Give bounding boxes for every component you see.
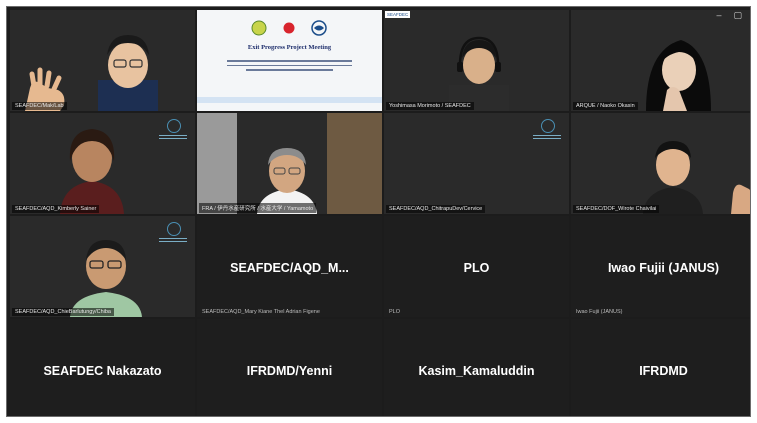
- participant-name: SEAFDEC/AQD_ChitrapuDev/Cervice: [386, 205, 486, 213]
- participant-video: [25, 35, 158, 111]
- participant-video: [60, 129, 124, 214]
- participant-video: [70, 240, 142, 317]
- participant-tile[interactable]: SEAFDEC/AQD_M... SEAFDEC/AQD_Mary Kiane …: [197, 216, 382, 317]
- participant-video: [646, 40, 711, 111]
- participant-tile[interactable]: SEAFDEC/Mak/Lab: [10, 10, 195, 111]
- participant-name: Yoshimasa Morimoto / SEAFDEC: [386, 102, 474, 110]
- meeting-window: – ▢ SEAFDEC/Mak/Lab Exit Progress Projec…: [6, 6, 751, 417]
- participant-tile[interactable]: SEAFDEC/AQD_Kimberly Sainer: [10, 113, 195, 214]
- participant-name: SEAFDEC/DOF_Wirote Chaivilai: [573, 205, 660, 213]
- participant-tile[interactable]: SEAFDEC/AQD_ChitrapuDev/Cervice: [384, 113, 569, 214]
- participant-name: SEAFDEC/AQD_ChieBarlutungy/Chiba: [12, 308, 114, 316]
- participant-name: FRA / 伊丹水産研究所 / 水産大学 / Yamamoto: [199, 203, 317, 213]
- participant-display-name: Iwao Fujii (JANUS): [607, 261, 720, 276]
- participant-display-name: PLO: [463, 261, 490, 276]
- shared-slide-tile[interactable]: Exit Progress Project Meeting: [197, 10, 382, 111]
- participant-video: [197, 113, 382, 214]
- participant-display-name: IFRDMD: [639, 364, 688, 379]
- slide-footer-band: [197, 97, 382, 103]
- participant-display-name: Kasim_Kamaluddin: [418, 364, 535, 379]
- participant-name: Iwao Fujii (JANUS): [576, 309, 623, 315]
- participant-display-name: SEAFDEC Nakazato: [43, 364, 162, 379]
- participant-tile[interactable]: SEAFDEC/DOF_Wirote Chaivilai: [571, 113, 750, 214]
- participant-display-name: IFRDMD/Yenni: [246, 364, 333, 379]
- participant-name: SEAFDEC/Mak/Lab: [12, 102, 67, 110]
- slide-text-lines: [227, 60, 352, 74]
- participant-name: SEAFDEC/AQD_Mary Kiane Thel Adrian Figen…: [202, 309, 320, 315]
- participant-tile[interactable]: IFRDMD: [571, 319, 750, 416]
- window-controls: – ▢: [716, 10, 742, 21]
- participant-grid: SEAFDEC/Mak/Lab Exit Progress Project Me…: [10, 10, 750, 416]
- participant-name: ARQUE / Naoko Okasin: [573, 102, 638, 110]
- participant-tile[interactable]: PLO PLO: [384, 216, 569, 317]
- participant-tile[interactable]: SEAFDEC/AQD_ChieBarlutungy/Chiba: [10, 216, 195, 317]
- participant-name: SEAFDEC/AQD_Kimberly Sainer: [12, 205, 100, 213]
- participant-tile[interactable]: Iwao Fujii (JANUS) Iwao Fujii (JANUS): [571, 216, 750, 317]
- participant-name: PLO: [389, 309, 401, 315]
- participant-tile[interactable]: Kasim_Kamaluddin: [384, 319, 569, 416]
- participant-video: [643, 141, 750, 214]
- slide-title: Exit Progress Project Meeting: [247, 44, 332, 51]
- seafdec-logo-icon: [541, 119, 555, 133]
- participant-tile[interactable]: IFRDMD/Yenni: [197, 319, 382, 416]
- participant-tile[interactable]: ARQUE / Naoko Okasin: [571, 10, 750, 111]
- participant-tile[interactable]: SEAFDEC Yoshimasa Morimoto / SEAFDEC: [384, 10, 569, 111]
- participant-display-name: SEAFDEC/AQD_M...: [230, 261, 349, 276]
- logo-caption-lines: [533, 135, 561, 141]
- minimize-icon[interactable]: –: [716, 10, 721, 21]
- maximize-icon[interactable]: ▢: [733, 10, 742, 21]
- participant-tile[interactable]: SEAFDEC Nakazato: [10, 319, 195, 416]
- participant-video: [449, 36, 509, 111]
- participant-tile[interactable]: FRA / 伊丹水産研究所 / 水産大学 / Yamamoto: [197, 113, 382, 214]
